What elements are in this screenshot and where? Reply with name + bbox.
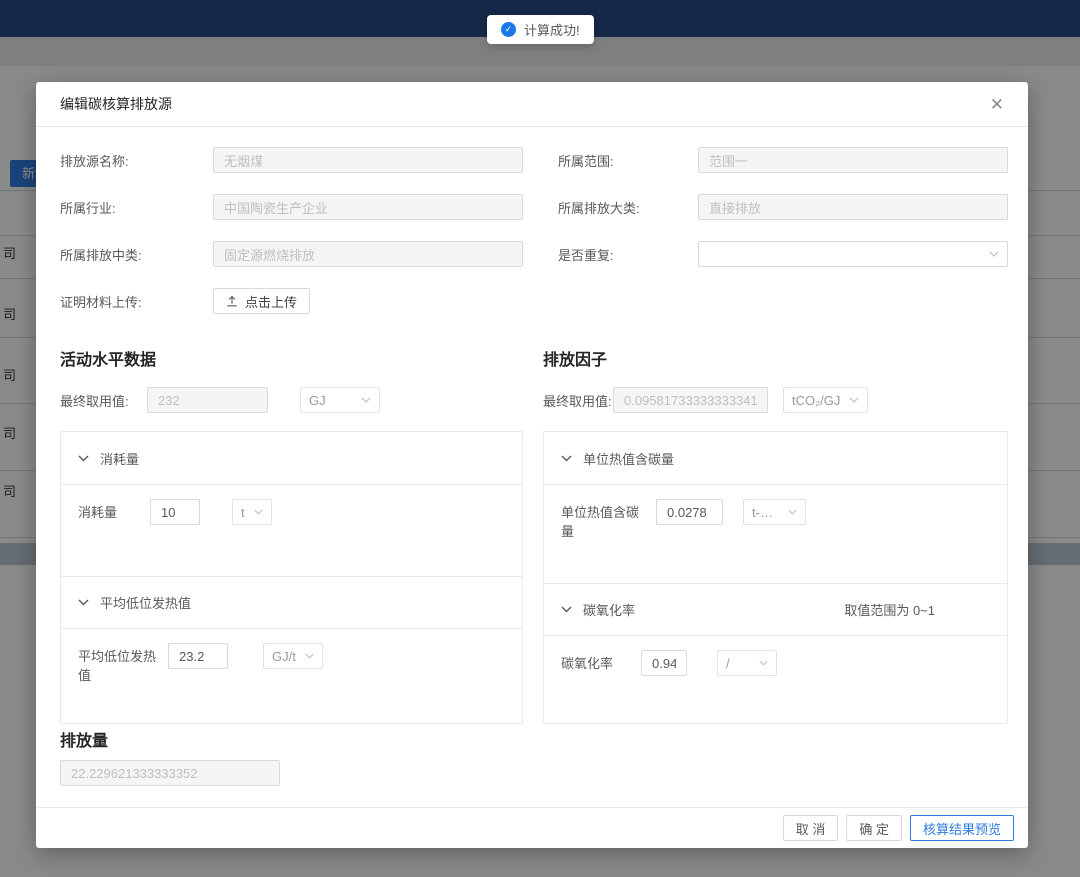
chevron-down-icon bbox=[759, 660, 768, 666]
confirm-button[interactable]: 确 定 bbox=[846, 815, 902, 841]
oxidation-rate-label: 碳氧化率 bbox=[561, 654, 625, 673]
oxidation-rate-header-title: 碳氧化率 bbox=[583, 600, 635, 619]
carbon-content-unit-value: t-C/... bbox=[752, 505, 782, 520]
major-category-label: 所属排放大类: bbox=[558, 198, 698, 217]
heating-value-label: 平均低位发热值 bbox=[78, 647, 168, 685]
consumption-unit-value: t bbox=[241, 505, 245, 520]
activity-final-label: 最终取用值: bbox=[60, 391, 147, 410]
chevron-down-icon bbox=[254, 509, 263, 515]
activity-final-unit-select[interactable]: GJ bbox=[300, 387, 380, 413]
factor-section-title: 排放因子 bbox=[543, 351, 1008, 370]
industry-label: 所属行业: bbox=[60, 198, 213, 217]
activity-final-value-input bbox=[147, 387, 268, 413]
consumption-label: 消耗量 bbox=[78, 503, 150, 522]
activity-column: 活动水平数据 最终取用值: GJ bbox=[60, 335, 523, 724]
factor-final-unit-select[interactable]: tCO₂/GJ bbox=[783, 387, 868, 413]
chevron-down-icon bbox=[361, 397, 371, 403]
carbon-content-label: 单位热值含碳量 bbox=[561, 503, 639, 541]
check-circle-icon: ✓ bbox=[501, 22, 516, 37]
upload-button-label: 点击上传 bbox=[245, 292, 297, 311]
carbon-content-unit-select[interactable]: t-C/... bbox=[743, 499, 806, 525]
mid-category-label: 所属排放中类: bbox=[60, 245, 213, 264]
activity-section-title: 活动水平数据 bbox=[60, 351, 523, 370]
success-toast: ✓ 计算成功! bbox=[487, 15, 594, 44]
emission-section-title: 排放量 bbox=[60, 732, 1004, 751]
factor-card: 单位热值含碳量 单位热值含碳量 t-C/... bbox=[543, 431, 1008, 724]
chevron-down-icon bbox=[561, 455, 572, 462]
cancel-button[interactable]: 取 消 bbox=[783, 815, 839, 841]
factor-column: 排放因子 最终取用值: tCO₂/GJ bbox=[543, 335, 1008, 724]
modal-title: 编辑碳核算排放源 bbox=[60, 94, 172, 114]
emission-result-input bbox=[60, 760, 280, 786]
oxidation-rate-input[interactable] bbox=[641, 650, 687, 676]
consumption-collapse-header[interactable]: 消耗量 bbox=[61, 432, 522, 485]
factor-final-label: 最终取用值: bbox=[543, 391, 613, 410]
heating-value-header-title: 平均低位发热值 bbox=[100, 593, 191, 612]
chevron-down-icon bbox=[849, 397, 859, 403]
consumption-header-title: 消耗量 bbox=[100, 449, 139, 468]
toast-message: 计算成功! bbox=[524, 20, 580, 39]
upload-button[interactable]: 点击上传 bbox=[213, 288, 310, 314]
oxidation-rate-collapse-header[interactable]: 碳氧化率 取值范围为 0~1 bbox=[544, 584, 1007, 636]
consumption-unit-select[interactable]: t bbox=[232, 499, 272, 525]
activity-final-unit-value: GJ bbox=[309, 393, 326, 408]
chevron-down-icon bbox=[989, 251, 999, 257]
scope-label: 所属范围: bbox=[558, 151, 698, 170]
edit-emission-source-modal: 编辑碳核算排放源 ✕ 排放源名称: 所属范围: 所属行业: 所属 bbox=[36, 82, 1028, 848]
screen: 新增 司 司 司 司 司 ✓ 计算成功! 编辑碳核算排放源 ✕ 排放源名称: bbox=[0, 0, 1080, 877]
mid-category-input bbox=[213, 241, 523, 267]
upload-label: 证明材料上传: bbox=[60, 292, 213, 311]
result-preview-button[interactable]: 核算结果预览 bbox=[910, 815, 1014, 841]
heating-value-unit-value: GJ/t bbox=[272, 649, 296, 664]
carbon-content-header-title: 单位热值含碳量 bbox=[583, 449, 674, 468]
oxidation-rate-unit-value: / bbox=[726, 656, 730, 671]
upload-icon bbox=[226, 295, 238, 307]
factor-final-value-input bbox=[613, 387, 768, 413]
chevron-down-icon bbox=[788, 509, 797, 515]
carbon-content-input[interactable] bbox=[656, 499, 723, 525]
major-category-input bbox=[698, 194, 1008, 220]
close-icon[interactable]: ✕ bbox=[990, 96, 1004, 113]
oxidation-rate-unit-select[interactable]: / bbox=[717, 650, 777, 676]
heating-value-input[interactable] bbox=[168, 643, 228, 669]
carbon-content-collapse-header[interactable]: 单位热值含碳量 bbox=[544, 432, 1007, 485]
consumption-input[interactable] bbox=[150, 499, 200, 525]
chevron-down-icon bbox=[78, 455, 89, 462]
source-name-input bbox=[213, 147, 523, 173]
duplicate-label: 是否重复: bbox=[558, 245, 698, 264]
source-name-label: 排放源名称: bbox=[60, 151, 213, 170]
heating-value-unit-select[interactable]: GJ/t bbox=[263, 643, 323, 669]
chevron-down-icon bbox=[561, 606, 572, 613]
chevron-down-icon bbox=[78, 599, 89, 606]
industry-input bbox=[213, 194, 523, 220]
factor-final-unit-value: tCO₂/GJ bbox=[792, 393, 840, 408]
modal-footer: 取 消 确 定 核算结果预览 bbox=[36, 807, 1028, 848]
chevron-down-icon bbox=[305, 653, 314, 659]
scope-input bbox=[698, 147, 1008, 173]
duplicate-select[interactable] bbox=[698, 241, 1008, 267]
activity-card: 消耗量 消耗量 t bbox=[60, 431, 523, 724]
value-range-note: 取值范围为 0~1 bbox=[844, 600, 935, 619]
heating-value-collapse-header[interactable]: 平均低位发热值 bbox=[61, 577, 522, 629]
